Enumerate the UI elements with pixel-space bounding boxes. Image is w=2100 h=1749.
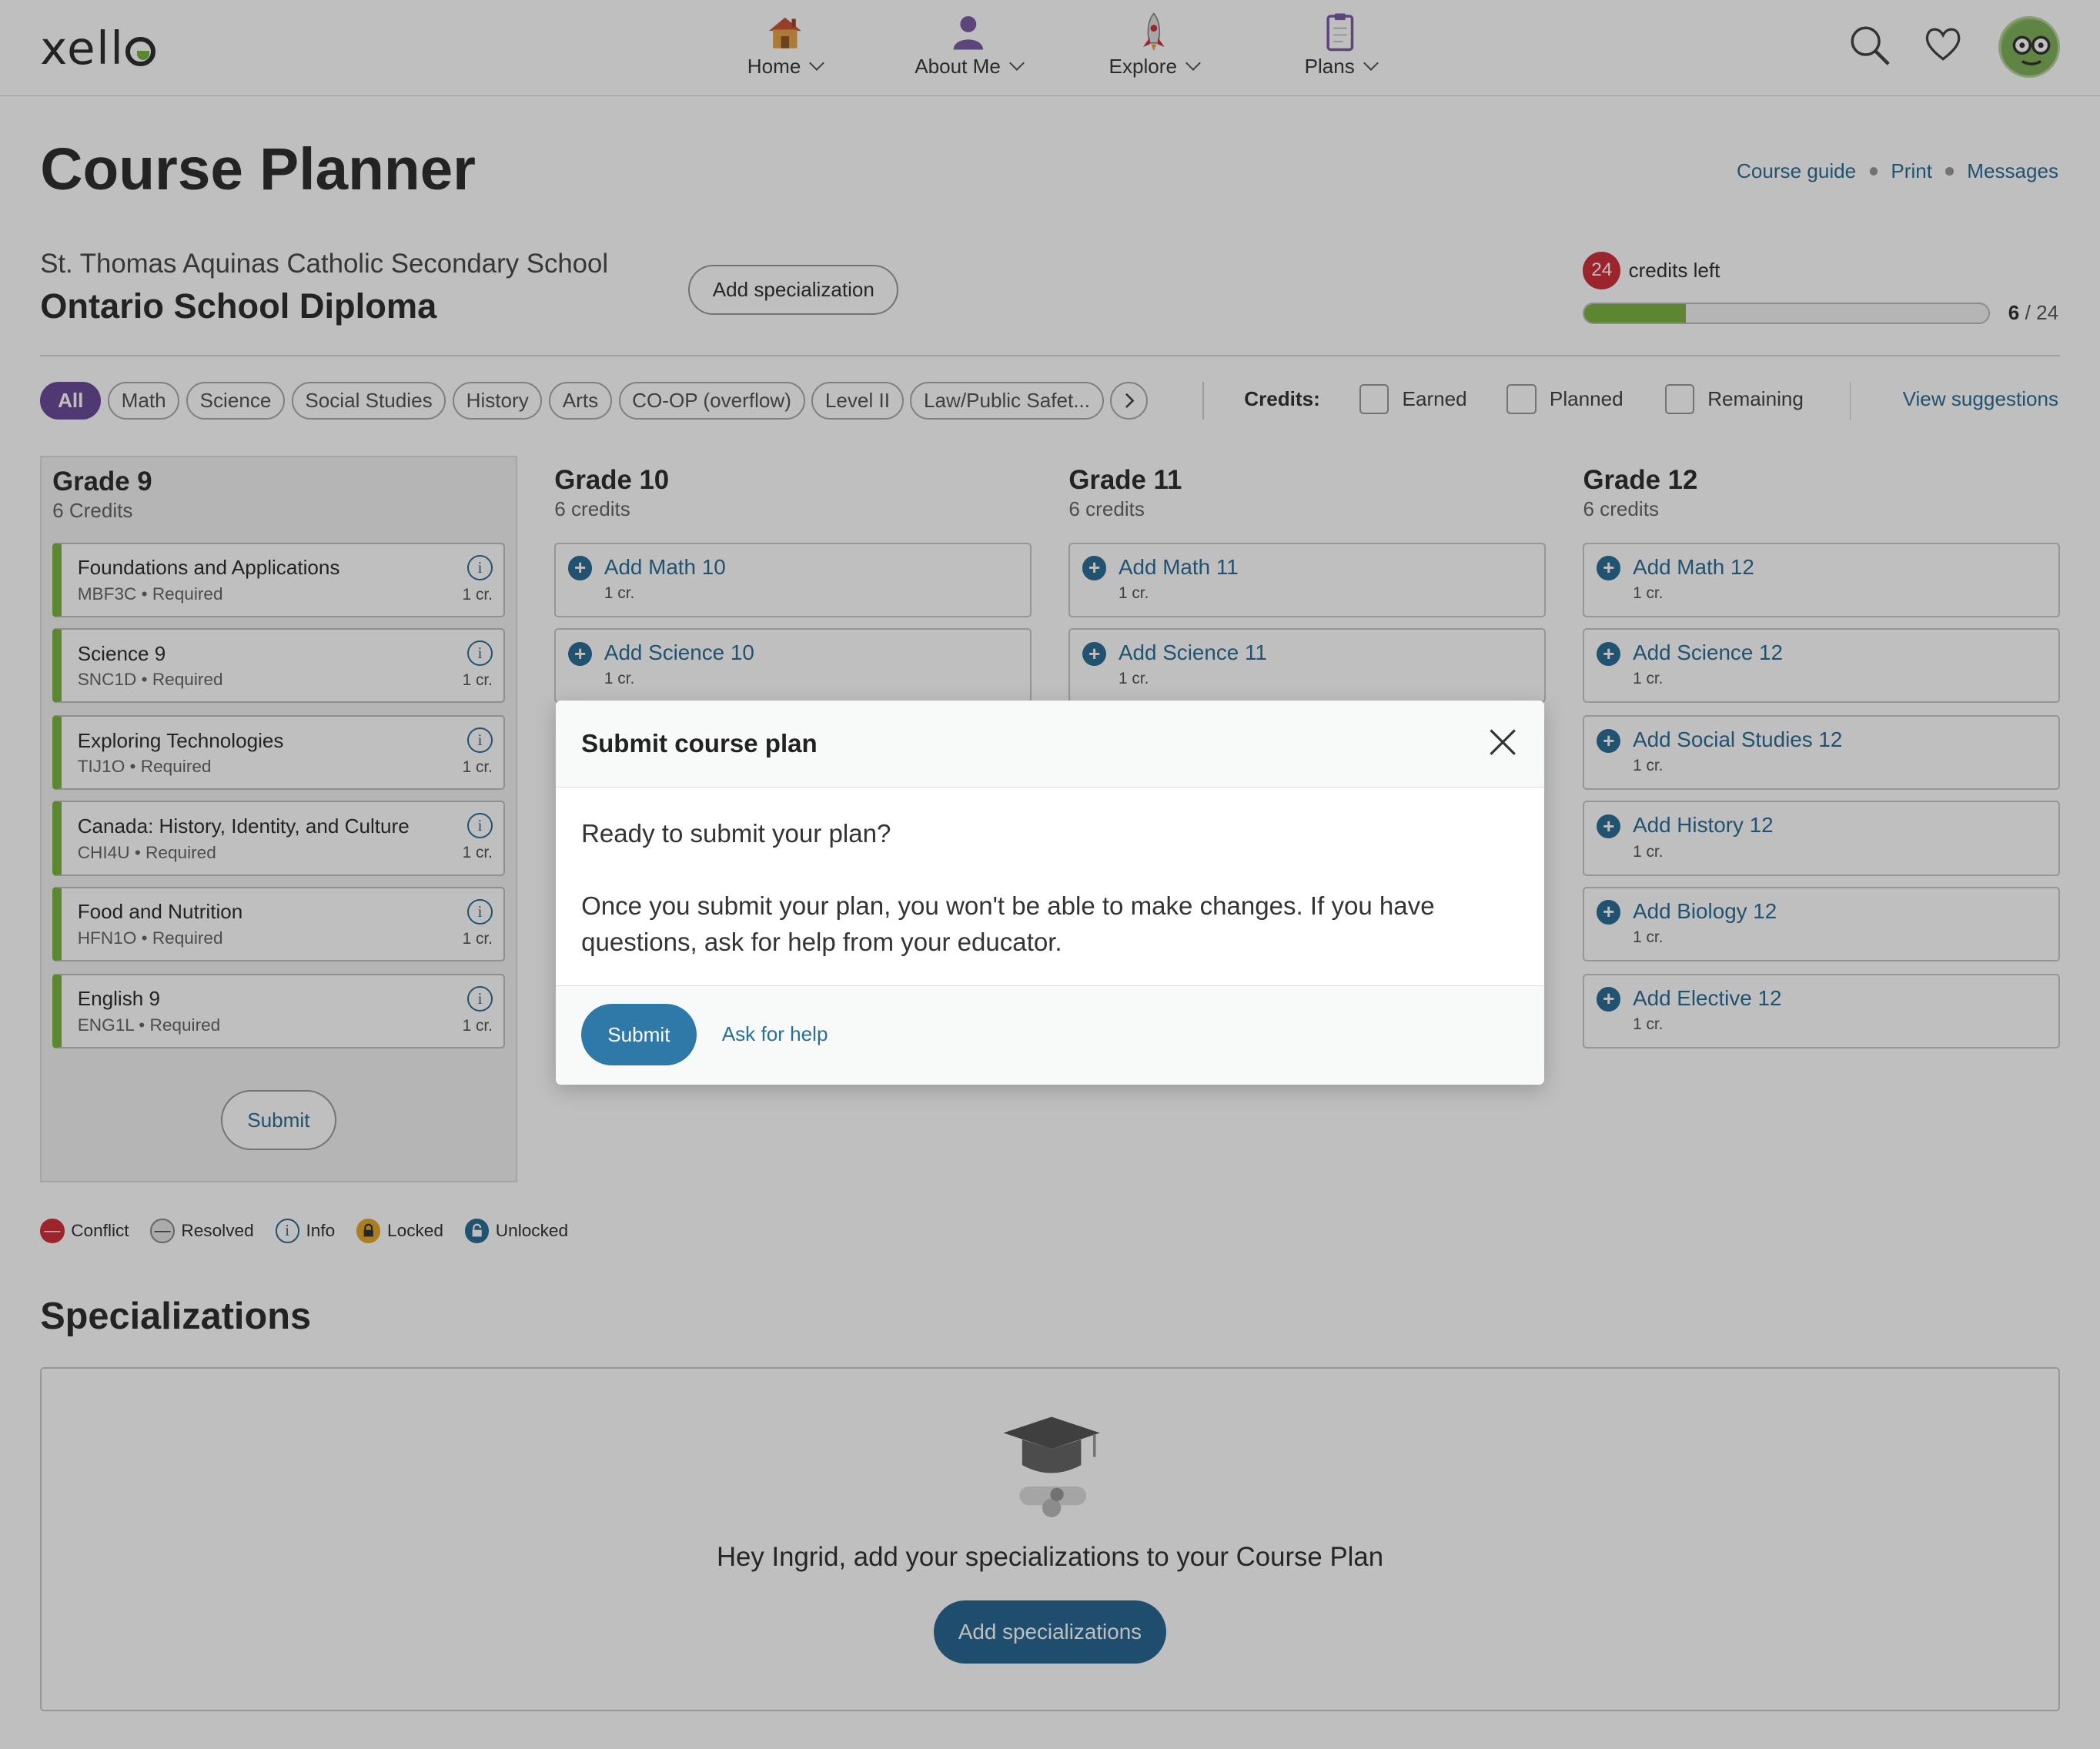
modal-title: Submit course plan <box>581 730 818 759</box>
modal-question: Ready to submit your plan? <box>581 820 891 849</box>
modal-body: Ready to submit your plan? Once you subm… <box>556 788 1544 985</box>
modal-header: Submit course plan <box>556 700 1544 788</box>
ask-for-help-link[interactable]: Ask for help <box>722 1022 828 1046</box>
modal-submit-button[interactable]: Submit <box>581 1004 697 1066</box>
modal-footer: Submit Ask for help <box>556 985 1544 1085</box>
close-icon[interactable] <box>1488 727 1517 757</box>
submit-plan-modal: Submit course plan Ready to submit your … <box>556 700 1544 1085</box>
modal-warning: Once you submit your plan, you won't be … <box>581 892 1435 958</box>
